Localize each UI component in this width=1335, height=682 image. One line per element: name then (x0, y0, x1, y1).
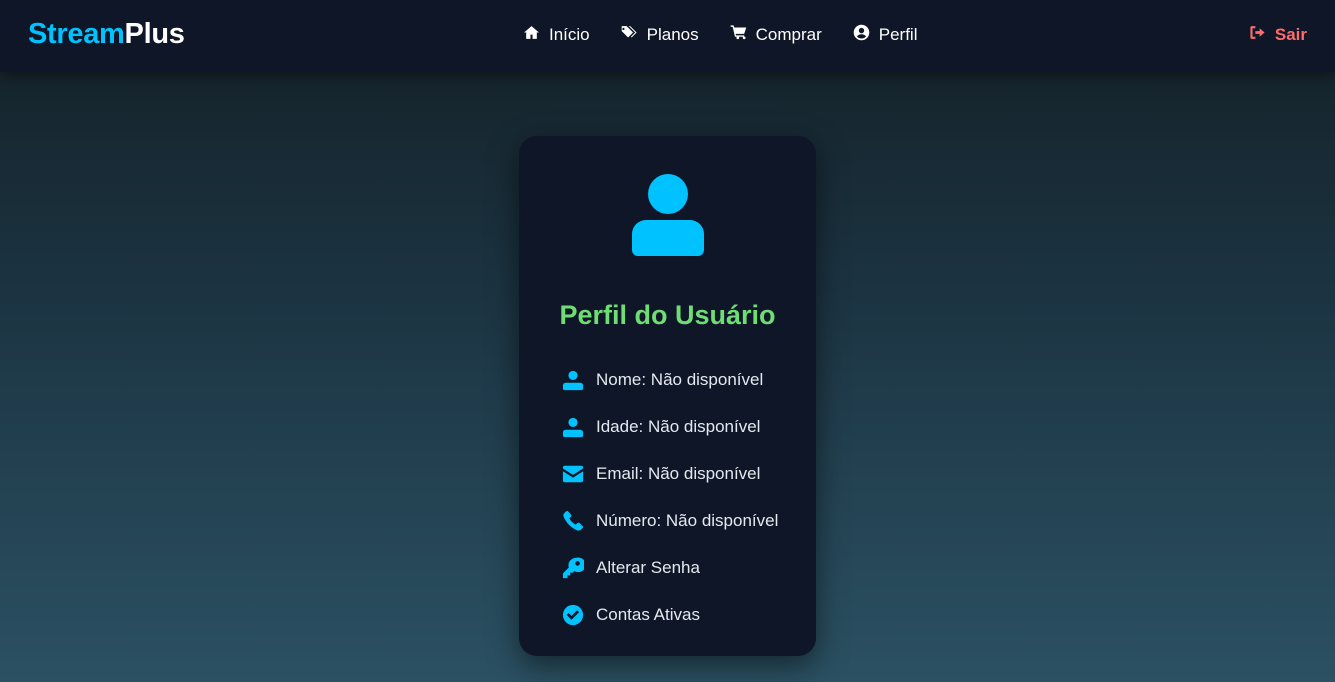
nav-item-label: Perfil (878, 25, 918, 44)
profile-info-list: Nome: Não disponível Idade: Não disponív… (560, 356, 778, 638)
main-nav: Início Planos Comprar Perfil (523, 24, 917, 46)
profile-card: Perfil do Usuário Nome: Não disponível I… (519, 136, 816, 656)
user-circle-icon (853, 24, 870, 46)
nav-item-label: Comprar (755, 25, 822, 44)
avatar (632, 174, 704, 256)
profile-field-idade: Idade: Não disponível (560, 403, 778, 450)
nav-item-inicio[interactable]: Início (523, 24, 590, 46)
check-circle-icon (560, 602, 585, 627)
profile-field-nome: Nome: Não disponível (560, 356, 778, 403)
envelope-icon (560, 461, 585, 486)
nav-item-comprar[interactable]: Comprar (730, 24, 822, 46)
nav-item-label: Planos (646, 25, 699, 44)
phone-icon (560, 508, 585, 533)
logout-label: Sair (1274, 25, 1307, 44)
active-accounts-label: Contas Ativas (596, 604, 700, 624)
user-icon (560, 367, 585, 392)
user-icon (632, 174, 704, 260)
profile-field-text: Idade: Não disponível (596, 416, 761, 436)
profile-field-text: Email: Não disponível (596, 463, 761, 483)
user-icon (560, 414, 585, 439)
brand-logo-part-plus: Plus (124, 18, 185, 50)
nav-item-perfil[interactable]: Perfil (853, 24, 918, 46)
brand-logo-part-stream: Stream (28, 18, 125, 50)
brand-logo[interactable]: StreamPlus (28, 18, 185, 51)
sign-out-icon (1249, 24, 1266, 46)
logout-button[interactable]: Sair (1249, 24, 1307, 46)
profile-field-text: Nome: Não disponível (596, 369, 764, 389)
home-icon (523, 24, 540, 46)
nav-item-planos[interactable]: Planos (621, 24, 699, 46)
active-accounts-link[interactable]: Contas Ativas (560, 591, 778, 638)
cart-icon (730, 24, 747, 46)
profile-field-numero: Número: Não disponível (560, 497, 778, 544)
key-icon (560, 555, 585, 580)
change-password-label: Alterar Senha (596, 557, 700, 577)
page-title: Perfil do Usuário (559, 300, 776, 330)
top-navbar: StreamPlus Início Planos Comprar Perfil (0, 0, 1335, 72)
tags-icon (621, 24, 638, 46)
profile-field-text: Número: Não disponível (596, 510, 779, 530)
change-password-link[interactable]: Alterar Senha (560, 544, 778, 591)
nav-item-label: Início (549, 25, 590, 44)
profile-field-email: Email: Não disponível (560, 450, 778, 497)
